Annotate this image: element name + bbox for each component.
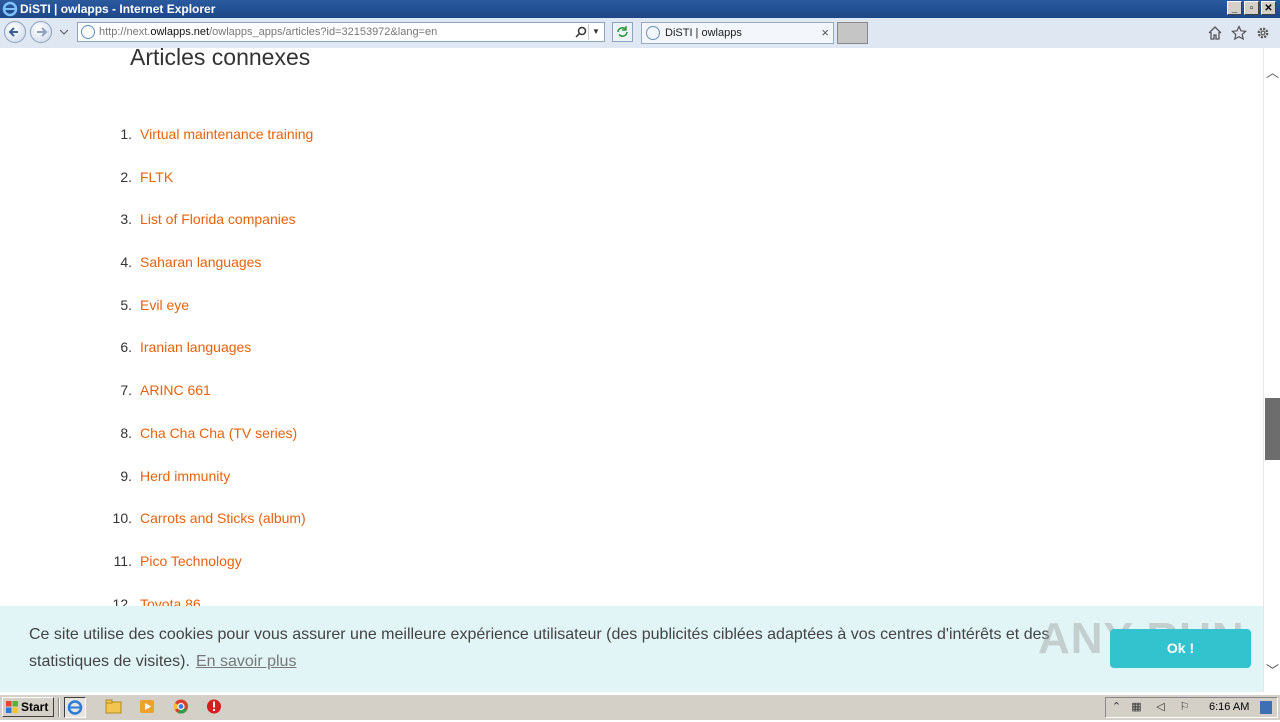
system-tray: ⌃ ▦ ◁ ⚐ 6:16 AM (1105, 697, 1278, 718)
scroll-down-icon[interactable]: ﹀ (1266, 660, 1279, 679)
tab-close-icon[interactable]: × (821, 25, 829, 40)
tab-label: DiSTI | owlapps (665, 27, 742, 39)
stop-icon (207, 699, 221, 714)
list-number: 5. (120, 296, 132, 313)
list-number: 9. (120, 467, 132, 484)
list-item: 6. Iranian languages (0, 333, 600, 376)
scroll-up-icon[interactable]: ︿ (1266, 62, 1279, 81)
list-number: 2. (120, 168, 132, 185)
list-number: 4. (120, 254, 132, 271)
history-dropdown-icon[interactable] (60, 28, 68, 36)
list-item: 1. Virtual maintenance training (0, 120, 600, 163)
start-label: Start (21, 700, 49, 714)
volume-icon[interactable]: ◁ (1154, 701, 1167, 714)
taskbar-ie-button[interactable] (64, 697, 86, 718)
list-number: 11. (113, 552, 132, 569)
favorites-star-icon[interactable] (1231, 25, 1247, 41)
action-center-flag-icon[interactable]: ⚐ (1178, 701, 1191, 714)
list-number: 6. (120, 339, 132, 356)
list-item: 3. List of Florida companies (0, 205, 600, 248)
list-item: 11. Pico Technology (0, 547, 600, 590)
folder-icon (105, 699, 122, 714)
article-link[interactable]: Evil eye (140, 297, 189, 313)
taskbar-chrome-button[interactable] (171, 697, 193, 718)
window-title: DiSTI | owlapps - Internet Explorer (20, 2, 216, 16)
cookie-ok-button[interactable]: Ok ! (1110, 629, 1251, 668)
list-number: 10. (112, 510, 132, 527)
list-number: 8. (120, 424, 132, 441)
cookie-message: Ce site utilise des cookies pour vous as… (29, 626, 1050, 670)
list-item: 7. ARINC 661 (0, 376, 600, 419)
taskbar-media-player-button[interactable] (137, 697, 159, 718)
list-item: 2. FLTK (0, 163, 600, 206)
article-link[interactable]: List of Florida companies (140, 211, 296, 227)
list-item: 8. Cha Cha Cha (TV series) (0, 419, 600, 462)
maximize-button[interactable]: ▫ (1244, 1, 1259, 15)
taskbar-explorer-button[interactable] (104, 697, 126, 718)
windows-flag-icon (6, 701, 18, 713)
learn-more-link[interactable]: En savoir plus (196, 653, 297, 670)
show-desktop-button[interactable] (1260, 701, 1272, 714)
close-button[interactable]: ✕ (1261, 1, 1276, 15)
tray-expand-icon[interactable]: ⌃ (1110, 701, 1123, 714)
home-icon[interactable] (1207, 25, 1223, 41)
article-link[interactable]: ARINC 661 (140, 382, 211, 398)
tab-page-icon (646, 26, 660, 40)
related-articles-list: 1. Virtual maintenance training 2. FLTK 3.… (0, 120, 600, 632)
article-link[interactable]: Pico Technology (140, 553, 242, 569)
forward-button[interactable] (30, 21, 52, 43)
network-icon[interactable]: ▦ (1130, 701, 1143, 714)
media-player-icon (140, 700, 154, 713)
list-number: 1. (120, 126, 132, 142)
cookie-banner: Ce site utilise des cookies pour vous as… (0, 606, 1263, 692)
article-link[interactable]: Saharan languages (140, 254, 261, 270)
article-link[interactable]: Iranian languages (140, 339, 251, 355)
article-link[interactable]: Virtual maintenance training (140, 126, 313, 142)
address-bar[interactable]: http://next.owlapps.net/owlapps_apps/art… (77, 22, 605, 42)
list-item: 9. Herd immunity (0, 462, 600, 505)
taskbar: Start ⌃ ▦ ◁ ⚐ 6:16 AM (0, 694, 1280, 720)
browser-navbar: http://next.owlapps.net/owlapps_apps/art… (0, 18, 1280, 49)
list-item: 10. Carrots and Sticks (album) (0, 504, 600, 547)
chrome-icon (174, 699, 188, 714)
gear-icon[interactable] (1255, 25, 1271, 41)
refresh-icon (617, 26, 628, 37)
internet-explorer-icon (2, 1, 18, 17)
taskbar-divider (58, 698, 60, 717)
page-heading: Articles connexes (130, 48, 311, 70)
article-link[interactable]: Herd immunity (140, 468, 230, 484)
list-item: 5. Evil eye (0, 291, 600, 334)
address-url[interactable]: http://next.owlapps.net/owlapps_apps/art… (99, 26, 437, 38)
back-arrow-icon (8, 27, 18, 37)
taskbar-antivirus-button[interactable] (204, 697, 226, 718)
back-button[interactable] (4, 21, 26, 43)
page-icon (81, 25, 95, 39)
article-link[interactable]: FLTK (140, 169, 173, 185)
minimize-button[interactable]: _ (1227, 1, 1242, 15)
window-title-bar: DiSTI | owlapps - Internet Explorer _ ▫ … (0, 0, 1280, 18)
list-item: 4. Saharan languages (0, 248, 600, 291)
scroll-thumb[interactable] (1265, 398, 1280, 460)
clock[interactable]: 6:16 AM (1209, 701, 1249, 713)
refresh-button[interactable] (612, 22, 633, 42)
browser-tab[interactable]: DiSTI | owlapps × (641, 22, 834, 44)
internet-explorer-icon (67, 700, 83, 715)
address-dropdown-icon[interactable]: ▼ (588, 24, 603, 40)
article-link[interactable]: Cha Cha Cha (TV series) (140, 425, 297, 441)
article-link[interactable]: Carrots and Sticks (album) (140, 510, 306, 526)
page-content: Articles connexes 1. Virtual maintenance … (0, 48, 1263, 692)
forward-arrow-icon (37, 27, 48, 37)
search-icon[interactable] (575, 26, 587, 38)
list-number: 3. (120, 211, 132, 228)
start-button[interactable]: Start (2, 697, 54, 717)
vertical-scrollbar[interactable]: ︿ ﹀ (1263, 48, 1280, 692)
new-tab-button[interactable] (837, 22, 868, 44)
list-number: 7. (120, 382, 132, 399)
